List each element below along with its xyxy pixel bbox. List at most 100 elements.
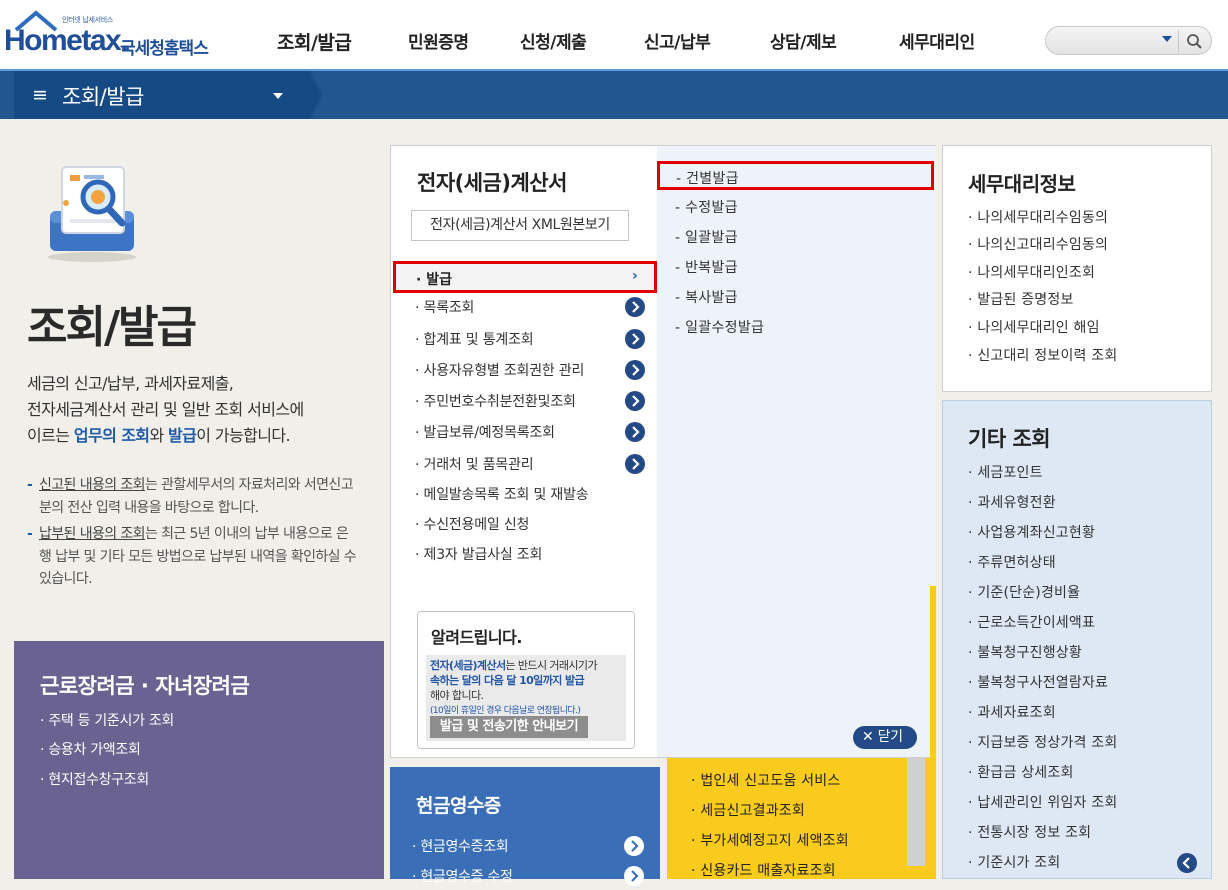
hamburger-icon[interactable]: ≡ [32, 84, 48, 106]
description-line-2: 전자세금계산서 관리 및 일반 조회 서비스에 [27, 400, 304, 419]
other-link-12[interactable]: · 납세관리인 위임자 조회 [968, 792, 1117, 812]
page-description: 세금의 신고/납부, 과세자료제출, 전자세금계산서 관리 및 일반 조회 서비… [27, 371, 357, 449]
expand-arrow-icon[interactable] [625, 422, 645, 442]
menu-item-partners[interactable]: · 거래처 및 품목관리 [415, 454, 534, 474]
other-link-14[interactable]: · 기준시가 조회 [968, 852, 1060, 872]
incentive-title[interactable]: 근로장려금 · 자녀장려금 [40, 670, 250, 700]
cash-receipt-box: 현금영수증 · 현금영수증조회 · 현금영수증 수정 [390, 767, 660, 886]
tax-agent-box: 세무대리정보 · 나의세무대리수임동의 · 나의신고대리수임동의 · 나의세무대… [942, 145, 1212, 392]
menu-item-label: 발급 [426, 272, 452, 288]
deadline-guide-button[interactable]: 발급 및 전송기한 안내보기 [430, 716, 588, 738]
submenu-item-correction[interactable]: - 수정발급 [675, 197, 738, 217]
other-link-4[interactable]: · 주류면허상태 [968, 552, 1056, 572]
notice-box: 알려드립니다. 전자(세금)계산서는 반드시 거래시기가 속하는 달의 다음 달… [417, 611, 635, 749]
incentive-box: 근로장려금 · 자녀장려금 · 주택 등 기준시가 조회 · 승용차 가액조회 … [14, 641, 384, 879]
menu-item-issue-selected[interactable]: · 발급 › [393, 261, 657, 293]
top-header: 인터넷 납세서비스 Hometax. 국세청홈택스 조회/발급 민원증명 신청/… [0, 0, 1228, 69]
close-icon: ✕ [862, 729, 874, 745]
page-title: 조회/발급 [27, 302, 197, 353]
tax-agent-link-1[interactable]: · 나의세무대리수임동의 [968, 207, 1108, 227]
incentive-link-3[interactable]: · 현지접수창구조회 [40, 769, 149, 789]
other-link-7[interactable]: · 불복청구진행상황 [968, 642, 1082, 662]
other-inquiry-box: 기타 조회 · 세금포인트 · 과세유형전환 · 사업용계좌신고현황 · 주류면… [942, 400, 1212, 879]
scrollbar[interactable] [907, 758, 925, 866]
menu-item-permission[interactable]: · 사용자유형별 조회권한 관리 [415, 360, 584, 380]
section-selector[interactable]: ≡ 조회/발급 [14, 71, 322, 119]
cash-receipt-link-2[interactable]: · 현금영수증 수정 [412, 866, 513, 886]
expand-arrow-icon[interactable] [625, 329, 645, 349]
collapse-arrow-icon[interactable] [1177, 853, 1197, 873]
other-link-3[interactable]: · 사업용계좌신고현황 [968, 522, 1095, 542]
info-bullet-2: - 납부된 내용의 조회는 최근 5년 이내의 납부 내용으로 은행 납부 및 기… [27, 526, 357, 587]
search-dropdown-icon[interactable] [1162, 36, 1172, 42]
incentive-link-1[interactable]: · 주택 등 기준시가 조회 [40, 710, 174, 730]
menu-item-pending[interactable]: · 발급보류/예정목록조회 [415, 422, 555, 442]
incentive-link-2[interactable]: · 승용차 가액조회 [40, 739, 141, 759]
nav-item-application[interactable]: 신청/제출 [520, 28, 587, 53]
other-inquiry-title: 기타 조회 [968, 427, 1051, 451]
section-bar: ≡ 조회/발급 [0, 69, 1228, 119]
nav-item-inquiry[interactable]: 조회/발급 [277, 28, 352, 55]
expand-arrow-icon[interactable] [625, 391, 645, 411]
close-button[interactable]: ✕ 닫기 [853, 726, 917, 749]
submenu-item-bulk-correction[interactable]: - 일괄수정발급 [675, 317, 764, 337]
chevron-right-icon: › [632, 268, 638, 284]
nav-item-consult[interactable]: 상담/제보 [770, 28, 837, 53]
logo-subtitle: 국세청홈택스 [120, 39, 209, 59]
other-link-5[interactable]: · 기준(단순)경비율 [968, 582, 1080, 602]
tax-agent-link-4[interactable]: · 발급된 증명정보 [968, 289, 1074, 309]
submenu-item-repeat[interactable]: - 반복발급 [675, 257, 738, 277]
other-link-10[interactable]: · 지급보증 정상가격 조회 [968, 732, 1117, 752]
other-link-6[interactable]: · 근로소득간이세액표 [968, 612, 1095, 632]
nav-item-certificate[interactable]: 민원증명 [408, 28, 469, 53]
expand-arrow-icon[interactable] [625, 297, 645, 317]
menu-item-summary[interactable]: · 합계표 및 통계조회 [415, 329, 534, 349]
submenu-item-bulk[interactable]: - 일괄발급 [675, 227, 738, 247]
notice-title: 알려드립니다. [431, 628, 522, 647]
tax-agent-link-5[interactable]: · 나의세무대리인 해임 [968, 317, 1100, 337]
notice-content: 전자(세금)계산서는 반드시 거래시기가 속하는 달의 다음 달 10일까지 발… [426, 655, 626, 741]
cash-receipt-link-1[interactable]: · 현금영수증조회 [412, 836, 509, 856]
nav-item-report-pay[interactable]: 신고/납부 [644, 28, 711, 53]
menu-item-list[interactable]: · 목록조회 [415, 297, 474, 317]
menu-item-third-party[interactable]: · 제3자 발급사실 조회 [415, 544, 542, 564]
other-link-9[interactable]: · 과세자료조회 [968, 702, 1056, 722]
section-arrow-shape [310, 71, 322, 119]
cash-receipt-title[interactable]: 현금영수증 [416, 791, 501, 818]
other-link-11[interactable]: · 환급금 상세조회 [968, 762, 1074, 782]
expand-arrow-icon[interactable] [624, 866, 644, 886]
other-link-13[interactable]: · 전통시장 정보 조회 [968, 822, 1091, 842]
submenu-item-copy[interactable]: - 복사발급 [675, 287, 738, 307]
section-title: 조회/발급 [62, 85, 144, 109]
hometax-logo[interactable]: 인터넷 납세서비스 Hometax. 국세청홈택스 [4, 10, 226, 62]
other-link-8[interactable]: · 불복청구사전열람자료 [968, 672, 1108, 692]
tax-service-link-2[interactable]: · 세금신고결과조회 [691, 800, 805, 820]
tax-agent-link-3[interactable]: · 나의세무대리인조회 [968, 262, 1095, 282]
menu-item-receive-mail[interactable]: · 수신전용메일 신청 [415, 514, 529, 534]
tax-service-box: · 법인세 신고도움 서비스 · 세금신고결과조회 · 부가세예정고지 세액조회… [667, 758, 936, 879]
yellow-strip [930, 586, 936, 758]
notice-text: 전자(세금)계산서는 반드시 거래시기가 속하는 달의 다음 달 10일까지 발… [430, 659, 598, 702]
search-box[interactable] [1045, 26, 1212, 55]
tax-agent-link-6[interactable]: · 신고대리 정보이력 조회 [968, 345, 1117, 365]
submenu-item-single-issue-selected[interactable]: - 건별발급 [657, 161, 934, 190]
menu-item-mail-resend[interactable]: · 메일발송목록 조회 및 재발송 [415, 484, 589, 504]
tax-agent-title: 세무대리정보 [968, 172, 1076, 196]
search-icon[interactable] [1185, 32, 1205, 50]
xml-view-button[interactable]: 전자(세금)계산서 XML원본보기 [411, 210, 629, 241]
chevron-down-icon[interactable] [273, 93, 283, 99]
description-line-1: 세금의 신고/납부, 과세자료제출, [27, 374, 234, 393]
expand-arrow-icon[interactable] [625, 360, 645, 380]
expand-arrow-icon[interactable] [625, 454, 645, 474]
menu-item-resident-number[interactable]: · 주민번호수취분전환및조회 [415, 391, 576, 411]
other-link-1[interactable]: · 세금포인트 [968, 462, 1043, 482]
einvoice-menu-panel: 전자(세금)계산서 전자(세금)계산서 XML원본보기 · 발급 › · 목록조… [390, 145, 936, 758]
expand-arrow-icon[interactable] [624, 836, 644, 856]
tax-service-link-4[interactable]: · 신용카드 매출자료조회 [691, 860, 836, 880]
tax-agent-link-2[interactable]: · 나의신고대리수임동의 [968, 234, 1108, 254]
nav-item-tax-agent[interactable]: 세무대리인 [899, 28, 975, 53]
tax-service-link-1[interactable]: · 법인세 신고도움 서비스 [691, 770, 840, 790]
tax-service-link-3[interactable]: · 부가세예정고지 세액조회 [691, 830, 849, 850]
search-divider [1178, 30, 1179, 52]
other-link-2[interactable]: · 과세유형전환 [968, 492, 1056, 512]
